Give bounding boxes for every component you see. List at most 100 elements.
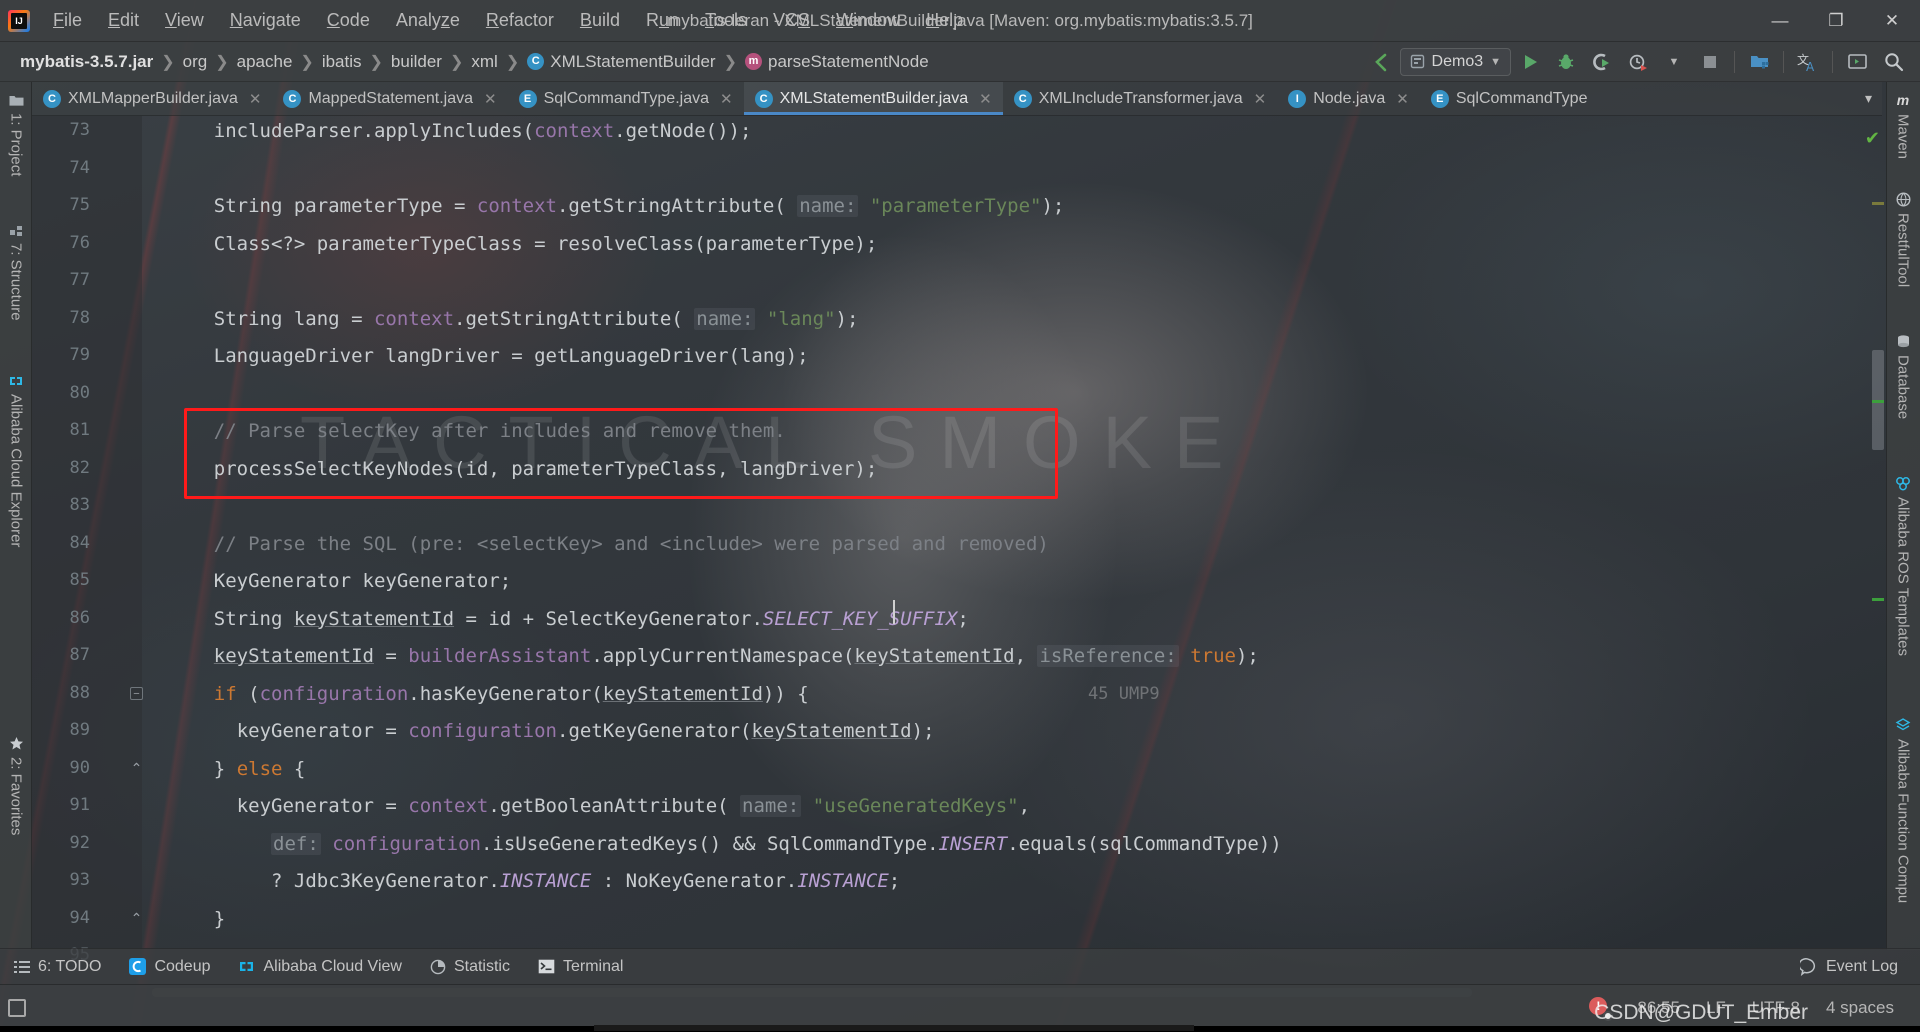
code-map-marker[interactable] <box>1872 202 1884 205</box>
editor-tab-bar[interactable]: C XMLMapperBuilder.java ✕ C MappedStatem… <box>32 82 1882 116</box>
sidebar-item-alibaba-ros-templates[interactable]: Alibaba ROS Templates <box>1886 470 1920 692</box>
menu-run[interactable]: Run <box>633 7 692 34</box>
close-icon[interactable]: ✕ <box>1254 90 1267 108</box>
menu-window[interactable]: Window <box>823 7 913 34</box>
codeup-icon <box>129 958 146 975</box>
code-line[interactable]: Class<?> parameterTypeClass = resolveCla… <box>214 233 877 255</box>
translate-icon[interactable]: 文A <box>1791 47 1825 77</box>
breadcrumb-item-builder[interactable]: builder <box>385 50 448 74</box>
chevron-down-icon[interactable]: ▼ <box>1657 47 1691 77</box>
menu-code[interactable]: Code <box>314 7 383 34</box>
code-line[interactable]: includeParser.applyIncludes(context.getN… <box>214 120 752 142</box>
minimize-button[interactable]: — <box>1752 0 1808 42</box>
code-line[interactable]: keyStatementId = builderAssistant.applyC… <box>214 645 1259 667</box>
breadcrumb-item-apache[interactable]: apache <box>231 50 299 74</box>
breadcrumb-item-xml[interactable]: xml <box>465 50 503 74</box>
breadcrumb-item-org[interactable]: org <box>177 50 214 74</box>
breadcrumb-item-method[interactable]: m parseStatementNode <box>739 50 935 74</box>
run-configuration-selector[interactable]: Demo3 ▼ <box>1400 48 1511 76</box>
menu-analyze[interactable]: Analyze <box>383 7 473 34</box>
code-line[interactable]: String parameterType = context.getString… <box>214 195 1065 217</box>
code-line[interactable]: keyGenerator = configuration.getKeyGener… <box>237 720 935 742</box>
bottom-item-alibaba-cloud-view[interactable]: Alibaba Cloud View <box>224 958 415 976</box>
maximize-button[interactable]: ❐ <box>1808 0 1864 42</box>
run-icon[interactable] <box>1513 47 1547 77</box>
main-menu-bar[interactable]: File Edit View Navigate Code Analyze Ref… <box>40 7 976 34</box>
sidebar-item-alibaba-cloud-explorer[interactable]: Alibaba Cloud Explorer <box>0 368 32 598</box>
close-icon[interactable]: ✕ <box>249 90 262 108</box>
bottom-item-codeup[interactable]: Codeup <box>115 958 224 976</box>
code-map-marker[interactable] <box>1872 400 1884 403</box>
bottom-item-terminal[interactable]: Terminal <box>524 958 637 976</box>
editor-tab-xmlmapperbuilder[interactable]: C XMLMapperBuilder.java ✕ <box>32 82 272 115</box>
code-line[interactable]: String keyStatementId = id + SelectKeyGe… <box>214 608 969 630</box>
code-line[interactable]: } else { <box>214 758 306 780</box>
code-line[interactable]: KeyGenerator keyGenerator; <box>214 570 511 592</box>
bottom-item-todo[interactable]: 6: TODO <box>0 958 115 976</box>
terminal-icon[interactable] <box>1840 47 1874 77</box>
status-indent[interactable]: 4 spaces <box>1826 998 1894 1018</box>
left-tool-window-strip[interactable]: 1: Project 7: Structure Alibaba Cloud Ex… <box>0 82 32 950</box>
main-toolbar[interactable]: Demo3 ▼ ▼ 文A <box>1364 47 1920 77</box>
sidebar-item-favorites[interactable]: 2: Favorites <box>0 730 32 875</box>
breadcrumb[interactable]: mybatis-3.5.7.jar ❯ org ❯ apache ❯ ibati… <box>0 50 935 74</box>
code-line[interactable]: if (configuration.hasKeyGenerator(keySta… <box>214 683 809 705</box>
right-tool-window-strip[interactable]: m Maven RestfulTool Database Alibaba ROS… <box>1886 82 1920 950</box>
code-line[interactable]: processSelectKeyNodes(id, parameterTypeC… <box>214 458 877 480</box>
menu-view[interactable]: View <box>152 7 217 34</box>
menu-tools[interactable]: Tools <box>692 7 760 34</box>
stop-icon[interactable] <box>1693 47 1727 77</box>
breadcrumb-item-ibatis[interactable]: ibatis <box>316 50 368 74</box>
editor-tab-xmlincludetransformer[interactable]: C XMLIncludeTransformer.java ✕ <box>1003 82 1278 115</box>
close-icon[interactable]: ✕ <box>484 90 497 108</box>
menu-file[interactable]: File <box>40 7 95 34</box>
chevron-down-icon[interactable]: ▼ <box>1490 56 1501 68</box>
menu-help[interactable]: Help <box>913 7 976 34</box>
menu-refactor[interactable]: Refactor <box>473 7 567 34</box>
close-icon[interactable]: ✕ <box>1396 90 1409 108</box>
sidebar-item-maven[interactable]: m Maven <box>1886 86 1920 172</box>
code-line[interactable]: ? Jdbc3KeyGenerator.INSTANCE : NoKeyGene… <box>271 870 900 892</box>
debug-icon[interactable] <box>1549 47 1583 77</box>
code-line[interactable]: String lang = context.getStringAttribute… <box>214 308 859 330</box>
editor-tab-node[interactable]: I Node.java ✕ <box>1277 82 1420 115</box>
code-line[interactable]: // Parse selectKey after includes and re… <box>214 420 786 442</box>
code-editor[interactable]: 45 UMP9 includeParser.applyIncludes(cont… <box>142 116 1886 950</box>
code-line[interactable]: keyGenerator = context.getBooleanAttribu… <box>237 795 1030 817</box>
sidebar-item-structure[interactable]: 7: Structure <box>0 218 32 348</box>
profile-icon[interactable] <box>1621 47 1655 77</box>
bottom-tool-window-bar[interactable]: 6: TODO Codeup Alibaba Cloud View Statis… <box>0 948 1920 984</box>
editor-tab-sqlcommandtype-2[interactable]: E SqlCommandType <box>1420 82 1599 115</box>
back-arrow-icon[interactable] <box>1364 47 1398 77</box>
code-map-marker[interactable] <box>1872 598 1884 601</box>
sidebar-item-database[interactable]: Database <box>1886 328 1920 450</box>
sidebar-item-alibaba-function-compute[interactable]: Alibaba Function Compu <box>1886 712 1920 962</box>
tabs-overflow-chevron-icon[interactable]: ▾ <box>1855 82 1882 115</box>
status-toggle-toolwindows-button[interactable] <box>0 999 34 1017</box>
code-line[interactable]: LanguageDriver langDriver = getLanguageD… <box>214 345 809 367</box>
menu-edit[interactable]: Edit <box>95 7 152 34</box>
close-icon[interactable]: ✕ <box>979 90 992 108</box>
editor-tab-mappedstatement[interactable]: C MappedStatement.java ✕ <box>272 82 507 115</box>
breadcrumb-item-class[interactable]: C XMLStatementBuilder <box>521 50 721 74</box>
run-with-coverage-icon[interactable] <box>1585 47 1619 77</box>
code-line[interactable]: // Parse the SQL (pre: <selectKey> and <… <box>214 533 1049 555</box>
breadcrumb-item-jar[interactable]: mybatis-3.5.7.jar <box>14 50 159 74</box>
close-icon[interactable]: ✕ <box>720 90 733 108</box>
event-log-button[interactable]: Event Log <box>1800 958 1920 976</box>
close-button[interactable]: ✕ <box>1864 0 1920 42</box>
search-icon[interactable] <box>1876 47 1910 77</box>
menu-navigate[interactable]: Navigate <box>217 7 314 34</box>
sidebar-item-restfultool[interactable]: RestfulTool <box>1886 186 1920 310</box>
window-controls[interactable]: — ❐ ✕ <box>1752 0 1920 42</box>
editor-gutter[interactable]: 73747576777879808182838485868788−8990⌃91… <box>32 116 142 950</box>
menu-build[interactable]: Build <box>567 7 633 34</box>
sidebar-item-project[interactable]: 1: Project <box>0 88 32 198</box>
project-structure-icon[interactable] <box>1742 47 1776 77</box>
bottom-item-statistic[interactable]: Statistic <box>416 958 524 976</box>
editor-tab-sqlcommandtype[interactable]: E SqlCommandType.java ✕ <box>508 82 744 115</box>
menu-vcs[interactable]: VCS <box>760 7 823 34</box>
code-line[interactable]: def: configuration.isUseGeneratedKeys() … <box>271 833 1282 855</box>
editor-tab-xmlstatementbuilder[interactable]: C XMLStatementBuilder.java ✕ <box>744 82 1003 115</box>
code-line[interactable]: } <box>214 908 225 930</box>
